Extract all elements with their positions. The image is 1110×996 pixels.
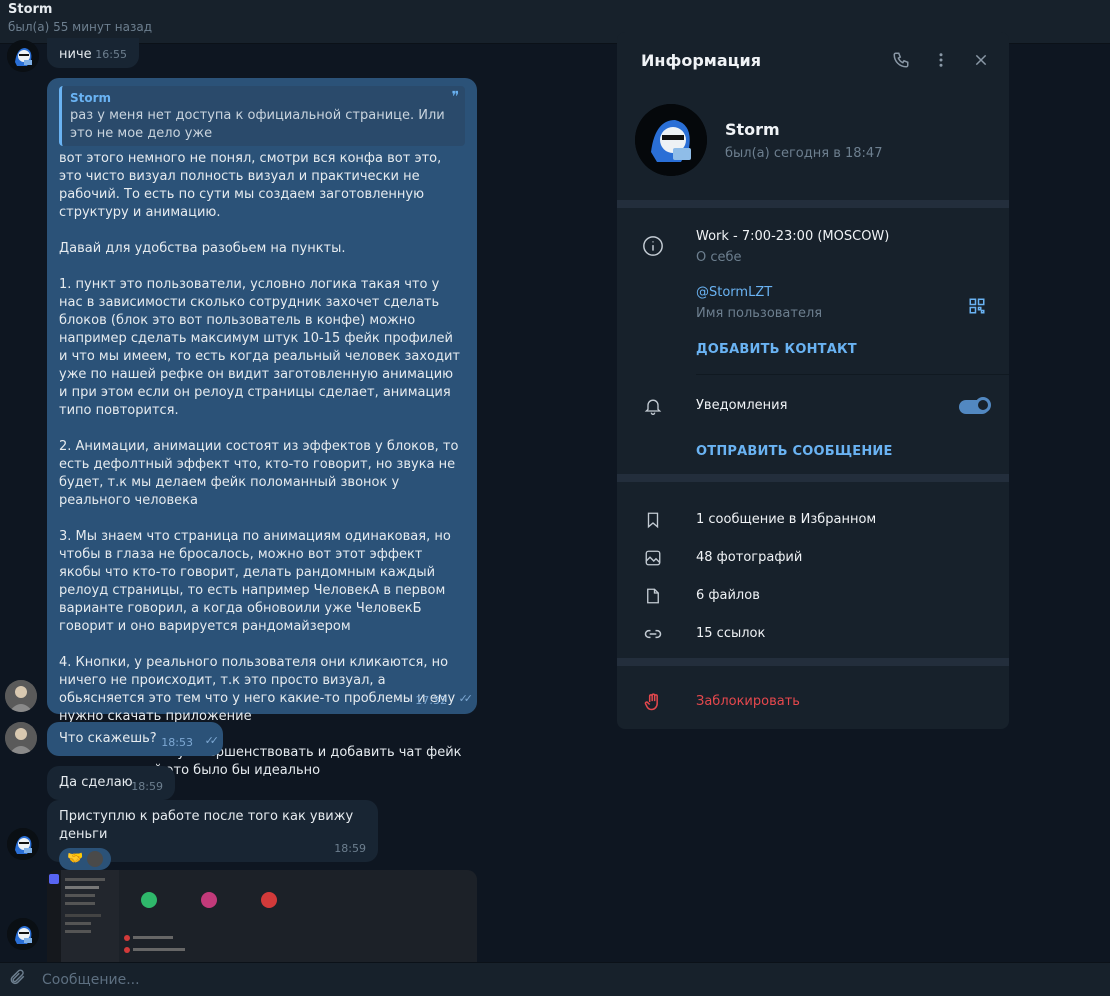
message-time: 18:53 bbox=[161, 736, 193, 749]
own-avatar[interactable] bbox=[5, 680, 37, 712]
block-hand-icon bbox=[641, 690, 665, 714]
row-separator bbox=[696, 374, 1009, 375]
reaction-emoji: 🤝 bbox=[67, 851, 84, 866]
quote-text: раз у меня нет доступа к официальной стр… bbox=[70, 108, 445, 141]
message-text: Что скажешь? bbox=[59, 731, 157, 746]
files-row[interactable]: 6 файлов bbox=[696, 588, 760, 603]
file-icon bbox=[641, 584, 665, 608]
message-text: ниче bbox=[59, 47, 92, 62]
panel-title: Информация bbox=[641, 50, 761, 70]
notifications-label: Уведомления bbox=[696, 398, 788, 413]
profile-status: был(а) сегодня в 18:47 bbox=[725, 146, 883, 161]
message-paragraph: 3. Мы знаем что страница по анимациям од… bbox=[59, 529, 455, 634]
username-label: Имя пользователя bbox=[696, 306, 823, 321]
contact-avatar[interactable] bbox=[7, 40, 39, 72]
message-time: 16:55 bbox=[95, 48, 127, 61]
phone-call-icon[interactable] bbox=[889, 48, 913, 72]
message-input[interactable] bbox=[42, 971, 642, 988]
message-paragraph: вот этого немного не понял, смотри вся к… bbox=[59, 151, 446, 220]
link-icon bbox=[641, 622, 665, 646]
own-avatar[interactable] bbox=[5, 722, 37, 754]
notifications-toggle[interactable] bbox=[959, 397, 991, 414]
contact-avatar[interactable] bbox=[7, 828, 39, 860]
message-time: 18:59 bbox=[334, 842, 366, 855]
quote-author: Storm bbox=[70, 91, 112, 105]
username-link[interactable]: @StormLZT bbox=[696, 285, 772, 300]
profile-avatar[interactable] bbox=[635, 104, 707, 176]
chat-title: Storm bbox=[8, 2, 53, 17]
links-row[interactable]: 15 ссылок bbox=[696, 626, 765, 641]
read-checks-icon: ✓✓ bbox=[204, 734, 220, 747]
quote-mark-icon: ❞ bbox=[451, 89, 459, 105]
message-paragraph: 4. Кнопки, у реального пользователя они … bbox=[59, 655, 460, 724]
bio-text[interactable]: Work - 7:00-23:00 (MOSCOW) bbox=[696, 229, 889, 244]
message-paragraph: Давай для удобства разобьем на пункты. bbox=[59, 241, 346, 256]
bio-label: О себе bbox=[696, 250, 742, 265]
section-divider bbox=[617, 200, 1009, 208]
saved-messages-row[interactable]: 1 сообщение в Избранном bbox=[696, 512, 876, 527]
message-text: Приступлю к работе после того как увижу … bbox=[59, 809, 354, 842]
user-info-panel: Информация Storm был(а) сегодня в 18:47 … bbox=[617, 32, 1009, 729]
message-paragraph: 2. Анимации, анимации состоят из эффекто… bbox=[59, 439, 463, 508]
reply-quote[interactable]: Storm раз у меня нет доступа к официальн… bbox=[59, 86, 465, 146]
profile-name: Storm bbox=[725, 120, 780, 139]
message-bubble-outgoing[interactable]: Storm раз у меня нет доступа к официальн… bbox=[47, 78, 477, 778]
reaction-chip[interactable]: 🤝 bbox=[59, 848, 112, 870]
close-icon[interactable] bbox=[969, 48, 993, 72]
message-time: 17:32 bbox=[415, 694, 447, 707]
read-checks-icon: ✓✓ bbox=[458, 692, 474, 705]
message-bubble-outgoing[interactable]: Что скажешь? 18:53 ✓✓ bbox=[47, 722, 223, 756]
message-bubble-incoming[interactable]: Приступлю к работе после того как увижу … bbox=[47, 800, 378, 870]
qr-code-icon[interactable] bbox=[965, 294, 989, 318]
section-divider bbox=[617, 658, 1009, 666]
bookmark-icon bbox=[641, 508, 665, 532]
photos-row[interactable]: 48 фотографий bbox=[696, 550, 802, 565]
add-contact-button[interactable]: ДОБАВИТЬ КОНТАКТ bbox=[696, 342, 857, 357]
block-user-button[interactable]: Заблокировать bbox=[696, 694, 800, 709]
message-paragraph: 1. пункт это пользователи, условно логик… bbox=[59, 277, 465, 418]
image-message[interactable] bbox=[47, 870, 477, 962]
attach-icon[interactable] bbox=[8, 968, 34, 991]
message-bubble-incoming[interactable]: Да сделаю 18:59 bbox=[47, 766, 175, 800]
message-text: Да сделаю bbox=[59, 775, 133, 790]
send-message-button[interactable]: ОТПРАВИТЬ СООБЩЕНИЕ bbox=[696, 444, 893, 459]
bell-icon bbox=[641, 394, 665, 418]
message-bubble-incoming[interactable]: ниче 16:55 bbox=[47, 38, 139, 68]
message-time: 18:59 bbox=[131, 780, 163, 793]
reaction-avatar bbox=[87, 851, 104, 867]
message-composer bbox=[0, 962, 1110, 996]
more-menu-icon[interactable] bbox=[929, 48, 953, 72]
info-icon bbox=[641, 234, 665, 258]
section-divider bbox=[617, 474, 1009, 482]
photo-icon bbox=[641, 546, 665, 570]
contact-avatar[interactable] bbox=[7, 918, 39, 950]
